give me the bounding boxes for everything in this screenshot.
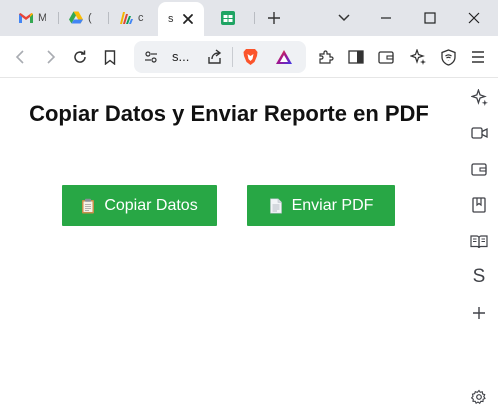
- sidebar-toggle-button[interactable]: [346, 47, 366, 67]
- sidebar-add-button[interactable]: [460, 298, 498, 328]
- send-pdf-label: Enviar PDF: [291, 196, 374, 214]
- wallet-icon: [378, 51, 394, 64]
- brave-shields-button[interactable]: [240, 47, 260, 67]
- close-window-button[interactable]: [462, 6, 486, 30]
- wallet-icon: [471, 163, 487, 176]
- brave-rewards-button[interactable]: [274, 47, 294, 67]
- video-call-icon: [470, 127, 488, 139]
- tab-google-sheets[interactable]: [212, 4, 252, 32]
- reload-icon: [74, 50, 86, 63]
- minimize-icon: [381, 17, 391, 19]
- brave-rewards-icon: [276, 50, 292, 64]
- copy-data-label: Copiar Datos: [104, 196, 198, 214]
- bookmark-button[interactable]: [100, 47, 120, 67]
- minimize-button[interactable]: [374, 6, 398, 30]
- copy-data-button[interactable]: Copiar Datos: [62, 185, 217, 226]
- omnibox-divider: [232, 47, 233, 67]
- vpn-icon: [440, 48, 456, 66]
- main-menu-button[interactable]: [468, 47, 488, 67]
- brave-shields-icon: [243, 49, 257, 65]
- tab-title: (: [88, 12, 92, 24]
- share-icon[interactable]: [206, 48, 224, 66]
- close-tab-icon[interactable]: [180, 11, 196, 27]
- tab-strip: M ( c s: [0, 0, 498, 36]
- leo-ai-button[interactable]: [408, 47, 428, 67]
- tab-colorful-app[interactable]: c: [110, 4, 156, 32]
- extensions-button[interactable]: [316, 47, 336, 67]
- sidebar-item-wallet[interactable]: [460, 154, 498, 184]
- site-settings-icon[interactable]: [144, 50, 158, 64]
- new-tab-button[interactable]: [264, 8, 284, 28]
- forward-button[interactable]: [41, 47, 61, 67]
- maximize-icon: [424, 12, 436, 24]
- leo-ai-icon: [470, 88, 488, 106]
- sidebar-item-leo-ai[interactable]: [460, 82, 498, 112]
- bookmark-icon: [104, 49, 116, 65]
- chevron-down-icon: [338, 14, 350, 22]
- document-icon: [269, 198, 282, 213]
- tab-gmail[interactable]: M: [10, 4, 56, 32]
- sidebar-item-bookmarks[interactable]: [460, 190, 498, 220]
- sidebar-item-reading-list[interactable]: [460, 226, 498, 256]
- google-drive-icon: [69, 11, 83, 24]
- sidebar-item-video-call[interactable]: [460, 118, 498, 148]
- close-icon: [468, 12, 480, 24]
- vpn-button[interactable]: [438, 47, 458, 67]
- sidebar-icon: [348, 50, 364, 64]
- send-pdf-button[interactable]: Enviar PDF: [247, 185, 395, 226]
- tab-active[interactable]: s: [158, 2, 204, 36]
- browser-sidebar: S: [460, 78, 498, 416]
- browser-window: M ( c s s... Copiar Datos y Enviar Repor…: [0, 0, 498, 416]
- maximize-button[interactable]: [418, 6, 442, 30]
- add-icon: [473, 307, 485, 319]
- address-text: s...: [172, 49, 190, 64]
- google-sheets-icon: [221, 11, 235, 25]
- bookmarks-icon: [472, 197, 486, 213]
- extensions-icon: [319, 50, 334, 64]
- tab-separator: [58, 12, 59, 24]
- tab-google-drive[interactable]: (: [60, 4, 106, 32]
- tab-title: M: [38, 12, 46, 24]
- forward-icon: [47, 50, 56, 64]
- tab-separator: [108, 12, 109, 24]
- leo-ai-icon: [410, 49, 426, 65]
- gmail-icon: [19, 13, 33, 23]
- plus-icon: [268, 12, 280, 24]
- page-title: Copiar Datos y Enviar Reporte en PDF: [29, 101, 429, 126]
- colorful-app-icon: [120, 12, 133, 24]
- tab-search-button[interactable]: [334, 8, 354, 28]
- wallet-button[interactable]: [376, 47, 396, 67]
- s-app-label: S: [472, 266, 486, 287]
- settings-icon: [471, 389, 486, 405]
- page-content: Copiar Datos y Enviar Reporte en PDF Cop…: [0, 78, 460, 416]
- sidebar-item-s-app[interactable]: S: [460, 262, 498, 292]
- reading-list-icon: [470, 234, 488, 248]
- back-button[interactable]: [10, 47, 30, 67]
- back-icon: [15, 50, 24, 64]
- tab-title: s: [168, 13, 174, 25]
- tab-separator: [254, 12, 255, 24]
- sidebar-settings-button[interactable]: [460, 382, 498, 412]
- browser-toolbar: s...: [0, 36, 498, 78]
- clipboard-icon: [82, 198, 95, 213]
- tab-title: c: [138, 12, 144, 24]
- menu-icon: [472, 51, 484, 63]
- reload-button[interactable]: [70, 47, 90, 67]
